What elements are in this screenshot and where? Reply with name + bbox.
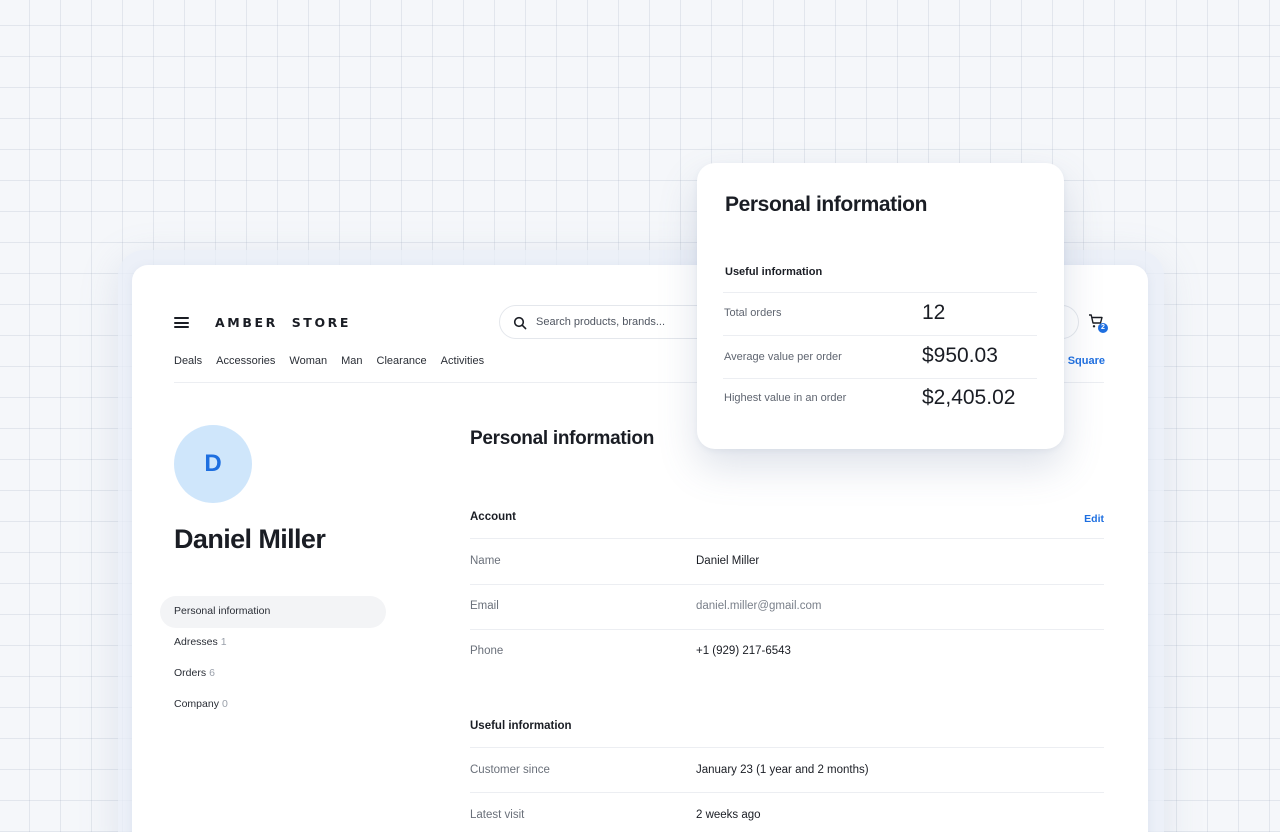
search-placeholder: Search products, brands... [536, 316, 666, 328]
sidebar-item-label: Personal information [174, 605, 271, 617]
edit-account-button[interactable]: Edit [1084, 513, 1104, 525]
cart-count-badge: 2 [1098, 323, 1108, 333]
highest-order-label: Highest value in an order [724, 392, 847, 404]
sidebar-item-company[interactable]: Company 0 [174, 698, 228, 710]
nav-item-clearance[interactable]: Clearance [377, 355, 427, 367]
total-orders-value: 12 [922, 301, 946, 324]
sidebar-item-label: Company [174, 698, 219, 710]
sidebar-item-orders[interactable]: Orders 6 [174, 667, 215, 679]
sidebar-item-count: 6 [209, 667, 215, 679]
average-order-label: Average value per order [724, 351, 842, 363]
name-value: Daniel Miller [696, 555, 760, 567]
row-divider [470, 629, 1104, 630]
row-divider [470, 584, 1104, 585]
total-orders-label: Total orders [724, 307, 782, 319]
email-value: daniel.miller@gmail.com [696, 600, 822, 612]
row-divider [470, 538, 1104, 539]
highest-order-value: $2,405.02 [922, 386, 1016, 409]
customer-since-label: Customer since [470, 764, 550, 776]
hamburger-menu-icon[interactable] [174, 317, 189, 328]
store-logo[interactable]: AMBER STORE [215, 315, 351, 330]
useful-section-title: Useful information [470, 720, 572, 732]
phone-label: Phone [470, 645, 504, 657]
category-nav: Deals Accessories Woman Man Clearance Ac… [174, 355, 498, 367]
sidebar-item-label: Orders [174, 667, 207, 679]
name-label: Name [470, 555, 501, 567]
nav-item-man[interactable]: Man [341, 355, 362, 367]
search-icon [513, 316, 527, 330]
row-divider [470, 747, 1104, 748]
customer-since-value: January 23 (1 year and 2 months) [696, 764, 869, 776]
sidebar-item-adresses[interactable]: Adresses 1 [174, 636, 227, 648]
nav-item-deals[interactable]: Deals [174, 355, 202, 367]
stats-card: Personal information Useful information … [697, 163, 1064, 449]
phone-value: +1 (929) 217-6543 [696, 645, 791, 657]
card-divider [723, 292, 1037, 293]
cart-button[interactable]: 2 [1088, 313, 1110, 335]
nav-item-woman[interactable]: Woman [289, 355, 327, 367]
average-order-value: $950.03 [922, 344, 998, 367]
sidebar-item-count: 1 [220, 636, 227, 648]
card-title: Personal information [725, 193, 928, 216]
avatar: D [174, 425, 252, 503]
row-divider [470, 792, 1104, 793]
nav-item-activities[interactable]: Activities [441, 355, 484, 367]
card-subtitle: Useful information [725, 266, 823, 278]
email-label: Email [470, 600, 499, 612]
card-divider [723, 378, 1037, 379]
page-title: Personal information [470, 428, 655, 449]
sidebar-item-label: Adresses [174, 636, 218, 648]
nav-right-link[interactable]: s Square [1059, 355, 1105, 367]
nav-item-accessories[interactable]: Accessories [216, 355, 275, 367]
latest-visit-value: 2 weeks ago [696, 809, 761, 821]
sidebar-item-count: 0 [221, 698, 228, 710]
sidebar-item-personal-information[interactable]: Personal information [174, 605, 270, 617]
profile-name: Daniel Miller [174, 524, 326, 554]
account-section-title: Account [470, 511, 516, 523]
latest-visit-label: Latest visit [470, 809, 525, 821]
card-divider [723, 335, 1037, 336]
